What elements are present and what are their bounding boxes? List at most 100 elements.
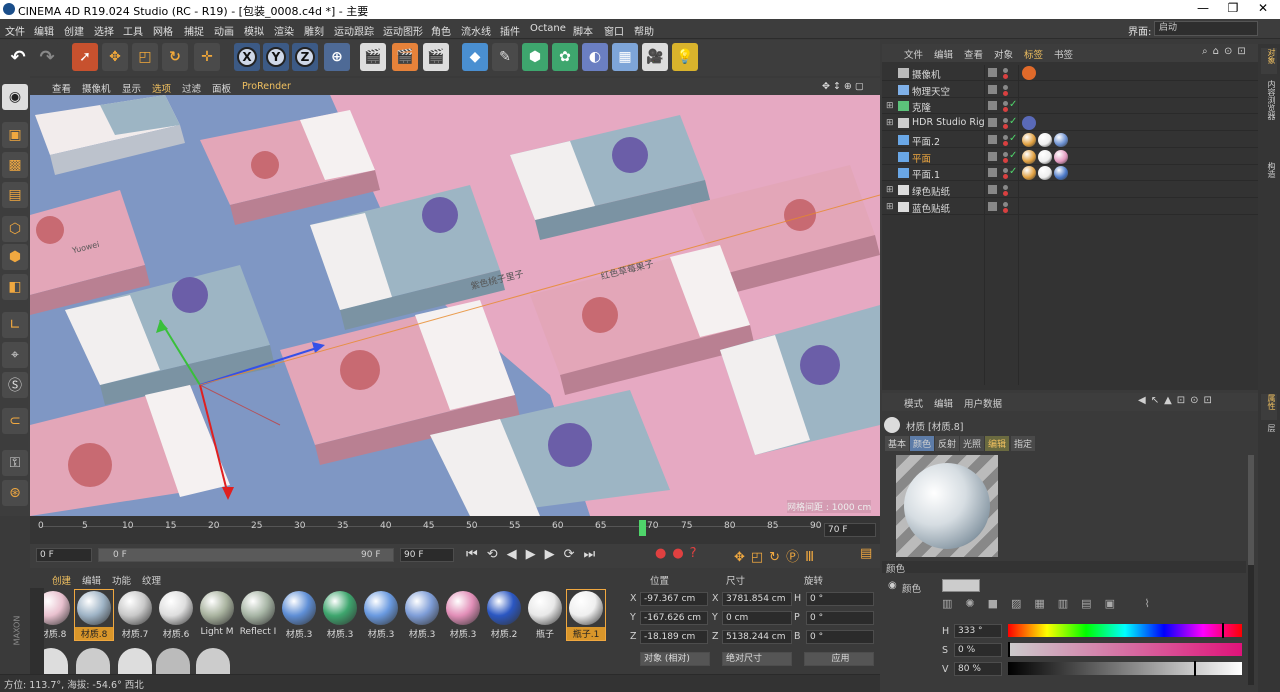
material-ball[interactable] xyxy=(196,648,230,674)
right-tab-objects[interactable]: 对象 xyxy=(1261,48,1277,74)
object-menu-objects[interactable]: 对象 xyxy=(994,47,1013,61)
attr-tab-illumination[interactable]: 光照 xyxy=(960,436,985,451)
material-item[interactable]: 材质.3 xyxy=(403,590,441,640)
editor-visibility-dot[interactable] xyxy=(1003,101,1008,107)
material-tag-icon[interactable] xyxy=(1038,149,1052,164)
menu-motion-tracking[interactable]: 运动跟踪 xyxy=(334,23,374,38)
menu-sculpt[interactable]: 雕刻 xyxy=(304,23,324,38)
edges-mode-button[interactable]: ⬢ xyxy=(2,244,28,270)
menu-script[interactable]: 脚本 xyxy=(573,23,593,38)
size-mode-select[interactable]: 绝对尺寸 xyxy=(722,652,792,666)
deformer-button[interactable]: ◐ xyxy=(582,43,608,71)
viewport-menu-options[interactable]: 选项 xyxy=(152,81,171,95)
material-item[interactable]: 材质.7 xyxy=(116,590,154,640)
minimize-button[interactable]: — xyxy=(1188,1,1218,18)
start-frame-field[interactable]: 0 F xyxy=(36,548,92,562)
size-field[interactable]: 0 cm xyxy=(722,611,792,625)
model-mode-button[interactable]: ▣ xyxy=(2,122,28,148)
menu-snap[interactable]: 捕捉 xyxy=(184,23,204,38)
editor-visibility-dot[interactable] xyxy=(1003,184,1008,190)
menu-render[interactable]: 渲染 xyxy=(274,23,294,38)
object-menu-file[interactable]: 文件 xyxy=(904,47,923,61)
material-tag-icon[interactable] xyxy=(1054,132,1068,147)
points-mode-button[interactable]: ⬡ xyxy=(2,216,28,242)
color-radio-icon[interactable]: ◉ xyxy=(888,580,897,591)
material-item[interactable]: 材质.3 xyxy=(444,590,482,640)
current-frame-field[interactable]: 70 F xyxy=(824,523,876,537)
object-row[interactable]: ⊞ 克隆 ✓ xyxy=(882,98,1258,115)
material-item[interactable]: 材质.3 xyxy=(362,590,400,640)
editor-visibility-dot[interactable] xyxy=(1003,84,1008,90)
material-tag-icon[interactable] xyxy=(1022,166,1036,181)
object-menu-tags[interactable]: 标签 xyxy=(1024,47,1043,61)
layout-select[interactable]: 启动 xyxy=(1154,21,1258,36)
workplane-align-button[interactable]: ⊛ xyxy=(2,480,28,506)
material-item[interactable]: Light M xyxy=(198,590,236,640)
size-field[interactable]: 3781.854 cm xyxy=(722,592,792,606)
object-row[interactable]: 平面.1 ✓ xyxy=(882,165,1258,182)
editor-visibility-dot[interactable] xyxy=(1003,134,1008,140)
position-field[interactable]: -97.367 cm xyxy=(640,592,708,606)
attr-tab-reflect[interactable]: 反射 xyxy=(935,436,960,451)
enabled-check-icon[interactable]: ✓ xyxy=(1009,150,1017,161)
camera-button[interactable]: 🎥 xyxy=(642,43,668,71)
keyframe-buttons[interactable]: ✥◰↻ⓅⅢ xyxy=(734,546,820,565)
floor-button[interactable]: ▦ xyxy=(612,43,638,71)
material-tag-icon[interactable] xyxy=(1022,149,1036,164)
hue-slider[interactable] xyxy=(1008,623,1242,638)
rotate-button[interactable]: ↻ xyxy=(162,43,188,71)
end-frame-field[interactable]: 90 F xyxy=(400,548,454,562)
right-tab-layers[interactable]: 层 xyxy=(1261,424,1277,444)
viewport-menu-view[interactable]: 查看 xyxy=(52,81,71,95)
object-row[interactable]: ⊞ 绿色贴纸 xyxy=(882,182,1258,198)
material-item[interactable]: 材质.6 xyxy=(157,590,195,640)
right-tab-structure[interactable]: 构造 xyxy=(1261,162,1277,188)
object-menu-view[interactable]: 查看 xyxy=(964,47,983,61)
material-tab-texture[interactable]: 纹理 xyxy=(142,573,161,587)
attr-menu-edit[interactable]: 编辑 xyxy=(934,396,953,410)
rig-tag-icon[interactable] xyxy=(1022,116,1036,131)
subdivision-button[interactable]: ⬢ xyxy=(522,43,548,71)
enabled-check-icon[interactable]: ✓ xyxy=(1009,99,1017,110)
s-field[interactable]: 0 % xyxy=(954,643,1002,657)
editor-visibility-dot[interactable] xyxy=(1003,201,1008,207)
transport-controls[interactable]: ⏮⟲◀▶▶⟳⏭ xyxy=(466,547,604,562)
menu-mograph[interactable]: 运动图形 xyxy=(383,23,423,38)
layer-icon[interactable] xyxy=(988,84,997,94)
menu-character[interactable]: 角色 xyxy=(431,23,451,38)
h-field[interactable]: 333 ° xyxy=(954,624,1002,638)
layer-icon[interactable] xyxy=(988,101,997,111)
y-axis-button[interactable]: Y xyxy=(263,43,289,71)
viewport-menu-camera[interactable]: 摄像机 xyxy=(82,81,111,95)
render-picture-viewer-button[interactable]: 🎬 xyxy=(392,43,418,71)
material-item[interactable]: 材质.3 xyxy=(280,590,318,640)
editor-visibility-dot[interactable] xyxy=(1003,168,1008,174)
menu-help[interactable]: 帮助 xyxy=(634,23,654,38)
object-row[interactable]: 平面.2 ✓ xyxy=(882,132,1258,148)
render-visibility-dot[interactable] xyxy=(1003,90,1008,96)
saturation-slider[interactable] xyxy=(1008,642,1242,657)
pen-button[interactable]: ✎ xyxy=(492,43,518,71)
color-picker-mode-icons[interactable]: ▥✺■▨▦▥▤▣ ⌇ xyxy=(942,597,1163,610)
coord-mode-select[interactable]: 对象 (相对) xyxy=(640,652,710,666)
viewport-menu-filter[interactable]: 过滤 xyxy=(182,81,201,95)
apply-button[interactable]: 应用 xyxy=(804,652,874,666)
layer-icon[interactable] xyxy=(988,68,997,77)
render-visibility-dot[interactable] xyxy=(1003,174,1008,180)
layer-icon[interactable] xyxy=(988,134,997,144)
menu-mesh[interactable]: 网格 xyxy=(153,23,173,38)
enabled-check-icon[interactable]: ✓ xyxy=(1009,166,1017,177)
object-row[interactable]: 物理天空 xyxy=(882,82,1258,98)
object-row[interactable]: ⊞ HDR Studio Rig ✓ xyxy=(882,115,1258,132)
enabled-check-icon[interactable]: ✓ xyxy=(1009,133,1017,144)
undo-button[interactable]: ↶ xyxy=(5,43,31,71)
scale-button[interactable]: ◰ xyxy=(132,43,158,71)
material-ball[interactable] xyxy=(118,648,152,674)
material-item[interactable]: 材质.8 xyxy=(74,589,114,641)
render-visibility-dot[interactable] xyxy=(1003,207,1008,213)
make-editable-button[interactable]: ◉ xyxy=(2,84,28,110)
lock-workplane-button[interactable]: ⚿ xyxy=(2,450,28,476)
menu-simulate[interactable]: 模拟 xyxy=(244,23,264,38)
menu-animate[interactable]: 动画 xyxy=(214,23,234,38)
playhead[interactable] xyxy=(639,520,646,536)
